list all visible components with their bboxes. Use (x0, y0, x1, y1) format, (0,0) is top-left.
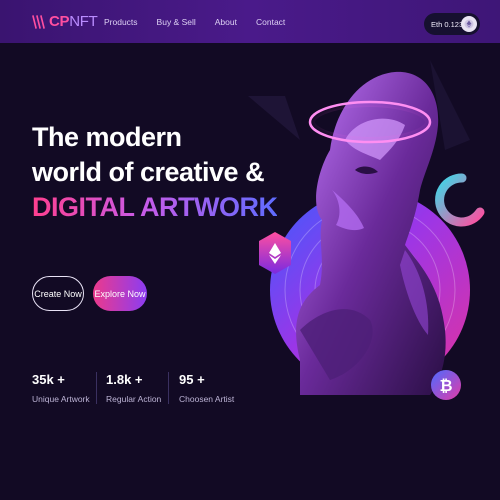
nav-link-products[interactable]: Products (104, 17, 138, 27)
stat-label: Choosen Artist (179, 394, 235, 404)
backdrop-shape (430, 60, 470, 150)
cyan-ring-icon (435, 173, 485, 227)
stat-label: Regular Action (106, 394, 162, 404)
stat-item: 35k + Unique Artwork (32, 372, 90, 404)
hero-title-line-1: The modern (32, 122, 182, 152)
stat-item: 95 + Choosen Artist (179, 372, 234, 404)
sculpture-bust (296, 71, 446, 395)
hero-title: The modern world of creative & DIGITAL A… (32, 120, 278, 225)
stat-divider (168, 372, 169, 404)
svg-text:₿: ₿ (439, 377, 452, 395)
nav-link-about[interactable]: About (215, 17, 237, 27)
stat-label: Unique Artwork (32, 394, 90, 404)
nav-link-buy-sell[interactable]: Buy & Sell (157, 17, 196, 27)
neon-halo-icon (308, 100, 432, 144)
brand-logo[interactable]: CPNFT (32, 13, 98, 30)
stat-value: 1.8k + (106, 372, 143, 387)
stat-value: 35k + (32, 372, 65, 387)
hero-title-line-2: world of creative & (32, 157, 265, 187)
stat-divider (96, 372, 97, 404)
top-navbar: CPNFT Products Buy & Sell About Contact … (0, 0, 500, 43)
create-now-button[interactable]: Create Now (32, 276, 84, 311)
nav-link-contact[interactable]: Contact (256, 17, 285, 27)
explore-now-button[interactable]: Explore Now (93, 276, 147, 311)
logo-nft-text: NFT (69, 13, 98, 30)
nav-links: Products Buy & Sell About Contact (104, 17, 304, 27)
bitcoin-icon[interactable]: ₿ (431, 370, 461, 400)
wallet-balance-button[interactable]: Eth 0.1235 (424, 13, 480, 35)
wallet-avatar-icon (461, 16, 477, 32)
gradient-orb (270, 190, 470, 390)
stat-item: 1.8k + Regular Action (106, 372, 161, 404)
stat-value: 95 + (179, 372, 205, 387)
logo-stripes-icon (32, 14, 45, 29)
ethereum-icon[interactable] (259, 232, 291, 274)
hero-artwork: ₿ (248, 60, 485, 400)
hero-title-line-3: DIGITAL ARTWORK (32, 190, 278, 225)
logo-cp-text: CP (49, 13, 70, 30)
